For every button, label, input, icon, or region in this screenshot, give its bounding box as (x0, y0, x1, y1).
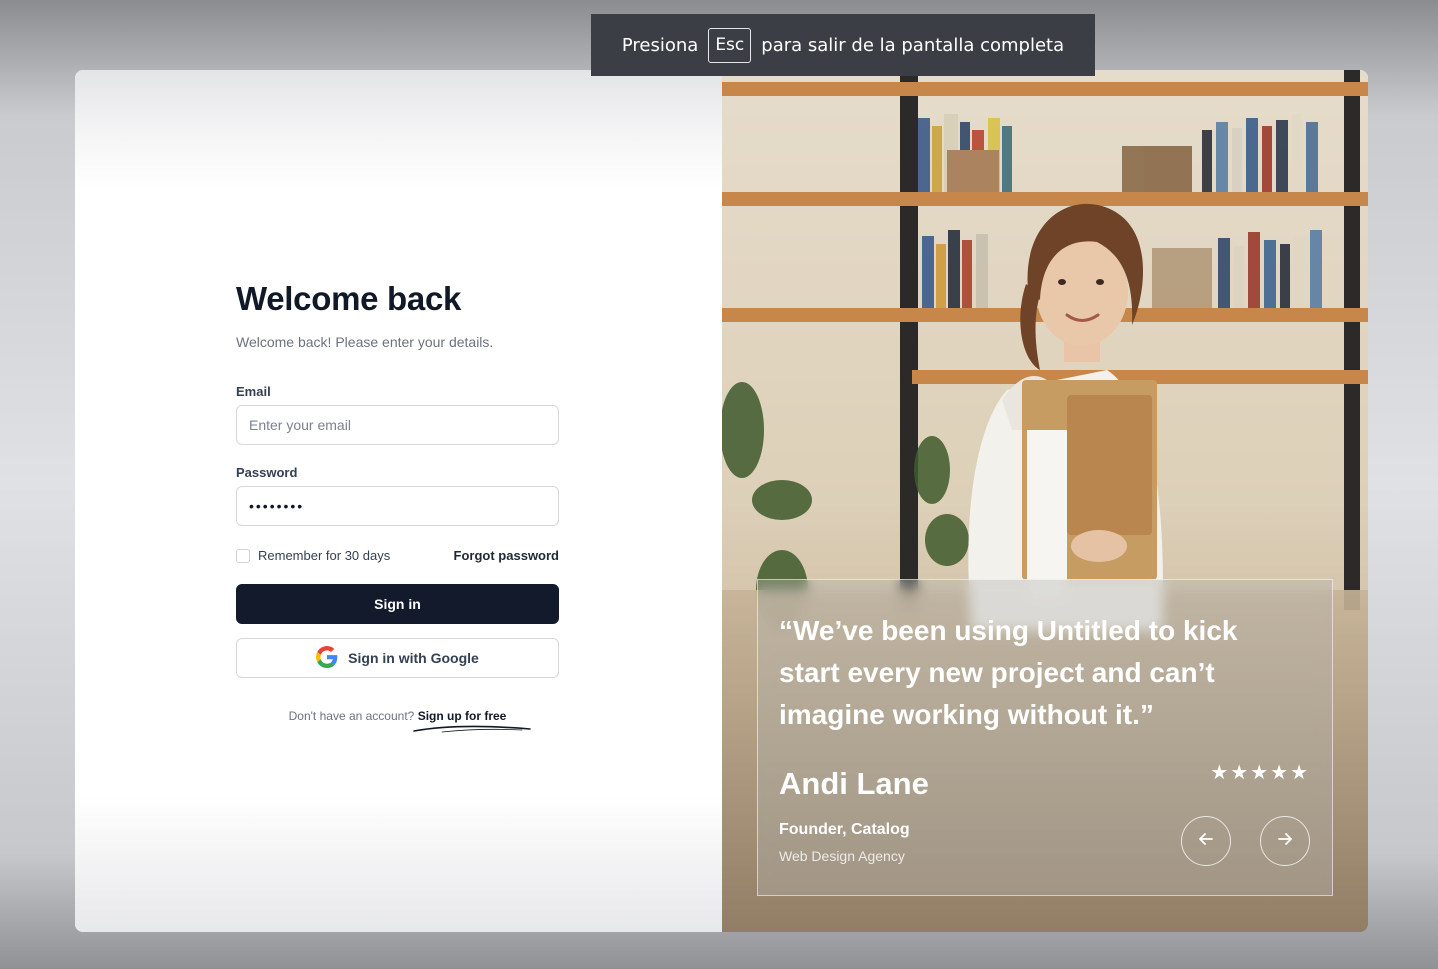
previous-testimonial-button[interactable] (1181, 816, 1231, 866)
rating-stars: ★★★★★ (1210, 762, 1310, 784)
fullscreen-exit-notice: Presiona Esc para salir de la pantalla c… (591, 14, 1095, 76)
google-sign-in-button[interactable]: Sign in with Google (236, 638, 559, 678)
author-company: Web Design Agency (779, 848, 905, 864)
testimonial-author: Andi Lane (779, 766, 929, 801)
testimonial-card: “We’ve been using Untitled to kick start… (757, 579, 1333, 896)
toast-text-after: para salir de la pantalla completa (761, 34, 1065, 56)
scribble-underline (413, 725, 531, 733)
arrow-right-icon (1276, 830, 1294, 853)
sign-up-link[interactable]: Sign up for free (418, 709, 507, 723)
remember-checkbox[interactable] (236, 548, 250, 563)
page-title: Welcome back (236, 280, 462, 317)
options-row: Remember for 30 days Forgot password (236, 548, 559, 563)
forgot-password-link[interactable]: Forgot password (454, 548, 559, 563)
toast-text-before: Presiona (621, 34, 699, 56)
password-label: Password (236, 465, 298, 480)
sign-in-label: Sign in (374, 596, 421, 612)
next-testimonial-button[interactable] (1260, 816, 1310, 866)
google-icon (316, 645, 338, 671)
sign-in-button[interactable]: Sign in (236, 584, 559, 624)
testimonial-panel: “We’ve been using Untitled to kick start… (722, 70, 1368, 932)
login-form: Welcome back Welcome back! Please enter … (236, 280, 561, 733)
testimonial-quote: “We’ve been using Untitled to kick start… (779, 615, 1238, 730)
email-label: Email (236, 384, 271, 399)
author-role: Founder, Catalog (779, 821, 910, 838)
login-panel: Welcome back Welcome back! Please enter … (75, 70, 722, 932)
no-account-text: Don't have an account? (288, 709, 415, 723)
password-field[interactable]: •••••••• (236, 486, 559, 526)
remember-label: Remember for 30 days (258, 548, 391, 563)
esc-key-hint: Esc (708, 27, 752, 63)
signup-prompt: Don't have an account? Sign up for free (236, 709, 559, 733)
login-card: Welcome back Welcome back! Please enter … (75, 70, 1368, 932)
remember-me[interactable]: Remember for 30 days (236, 548, 390, 563)
arrow-left-icon (1197, 830, 1215, 853)
password-value: •••••••• (249, 498, 305, 514)
page-subtitle: Welcome back! Please enter your details. (236, 334, 494, 350)
google-sign-in-label: Sign in with Google (348, 650, 479, 666)
email-field[interactable] (236, 405, 559, 445)
